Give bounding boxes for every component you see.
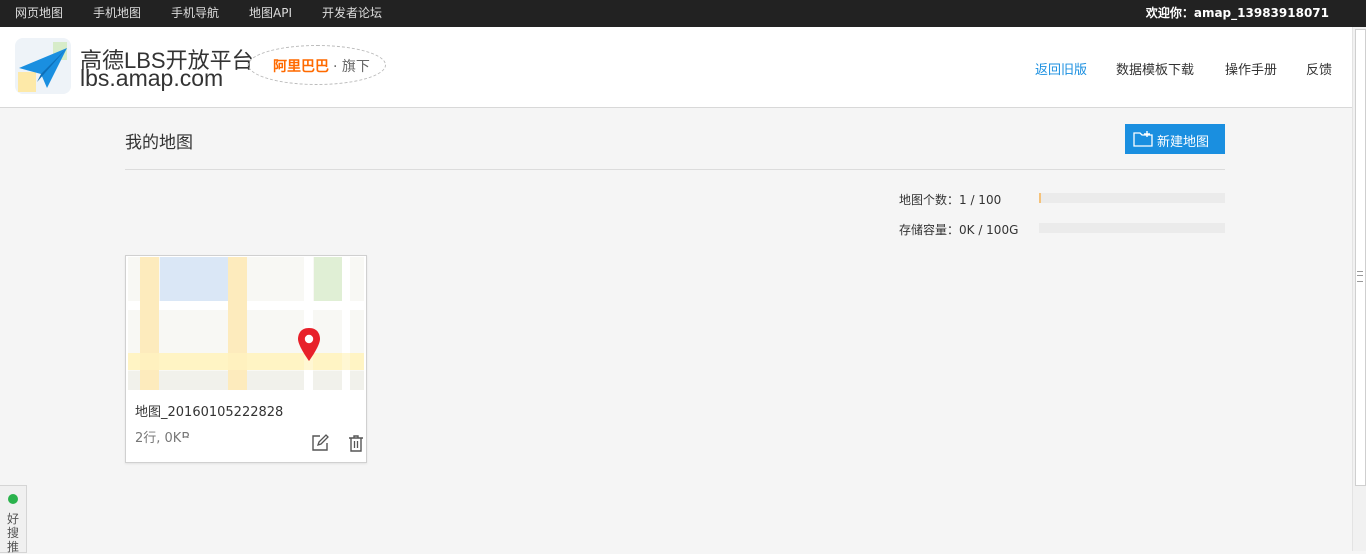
status-dot-icon [8, 494, 18, 504]
welcome-user[interactable]: 欢迎你：amap_13983918071 [1146, 4, 1329, 21]
nav-manual[interactable]: 操作手册 [1225, 59, 1277, 78]
storage-progress [1039, 223, 1225, 233]
page-title: 我的地图 [125, 133, 193, 153]
folder-plus-icon [1133, 131, 1153, 147]
trash-icon[interactable] [347, 434, 365, 452]
toplink-web-map[interactable]: 网页地图 [15, 4, 63, 21]
page-scrollbar[interactable] [1352, 27, 1366, 551]
logo-domain: lbs.amap.com [80, 65, 224, 91]
badge-brand: 阿里巴巴 [273, 59, 329, 75]
new-map-button[interactable]: 新建地图 [1125, 124, 1225, 154]
map-card[interactable]: 地图_20160105222828 2行, 0KB [125, 255, 367, 463]
title-divider [125, 169, 1225, 170]
map-name: 地图_20160105222828 [135, 405, 284, 420]
toplink-map-api[interactable]: 地图API [249, 4, 292, 21]
map-count-label: 地图个数：1 / 100 [899, 193, 1002, 207]
nav-feedback[interactable]: 反馈 [1306, 59, 1332, 78]
paper-plane-logo-icon[interactable] [15, 38, 71, 94]
new-map-label: 新建地图 [1157, 135, 1210, 150]
toplink-mobile-map[interactable]: 手机地图 [93, 4, 141, 21]
map-count-progress-fill [1039, 193, 1041, 203]
edit-icon[interactable] [311, 434, 329, 452]
map-count-progress [1039, 193, 1225, 203]
widget-label: 好搜推 [6, 512, 19, 554]
site-header: 高德LBS开放平台 lbs.amap.com 阿里巴巴 · 旗下 返回旧版 数据… [0, 27, 1352, 108]
nav-template-download[interactable]: 数据模板下载 [1116, 59, 1194, 78]
toplink-mobile-nav[interactable]: 手机导航 [171, 4, 219, 21]
badge-suffix: · 旗下 [333, 59, 370, 75]
top-bar: 网页地图 手机地图 手机导航 地图API 开发者论坛 欢迎你：amap_1398… [0, 0, 1366, 27]
scrollbar-grip-icon [1357, 271, 1363, 282]
haosou-widget[interactable]: 好搜推 [0, 485, 27, 554]
nav-back-old-version[interactable]: 返回旧版 [1035, 59, 1087, 78]
toplink-dev-forum[interactable]: 开发者论坛 [322, 4, 382, 21]
meta-overlay [182, 438, 236, 460]
map-thumbnail[interactable] [128, 257, 364, 390]
storage-label: 存储容量：0K / 100G [899, 223, 1019, 237]
alibaba-badge: 阿里巴巴 · 旗下 [248, 45, 386, 85]
scrollbar-thumb[interactable] [1355, 29, 1366, 486]
